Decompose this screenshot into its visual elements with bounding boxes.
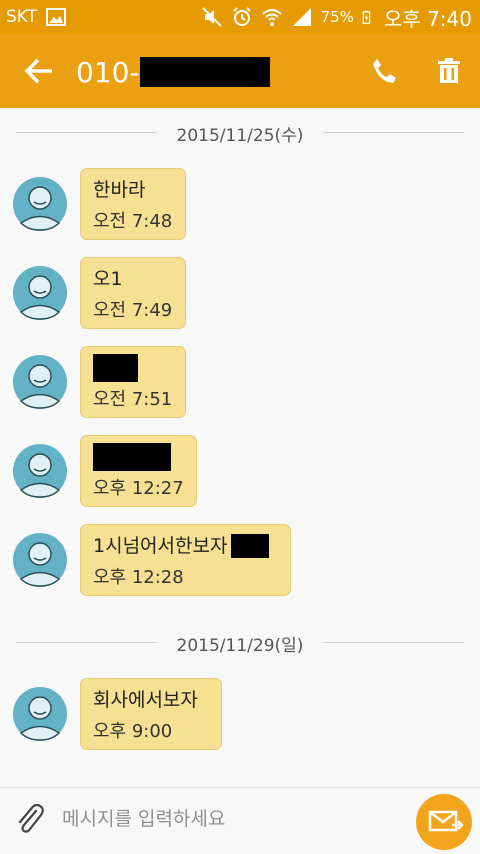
conversation-toolbar: 010- — [0, 34, 480, 108]
message-input[interactable]: 메시지를 입력하세요 — [62, 804, 225, 831]
paperclip-icon[interactable] — [14, 802, 46, 838]
avatar-icon[interactable] — [12, 354, 68, 410]
message-time: 오전 7:51 — [93, 389, 173, 410]
alarm-icon — [232, 7, 251, 26]
battery-percent: 75% — [320, 8, 354, 26]
redacted-number — [139, 57, 270, 87]
message-bubble[interactable]: 오전 7:51 — [80, 346, 186, 418]
avatar-icon[interactable] — [12, 686, 68, 742]
message-text: 한바라 — [93, 179, 146, 201]
back-arrow-icon[interactable] — [22, 54, 56, 88]
carrier-label: SKT — [6, 7, 38, 27]
date-separator: 2015/11/29(일) — [0, 627, 480, 657]
redacted-text — [231, 534, 270, 558]
message-bubble[interactable]: 한바라 오전 7:48 — [80, 168, 186, 240]
avatar-icon[interactable] — [12, 176, 68, 232]
trash-icon[interactable] — [434, 56, 464, 86]
composer-bar: 메시지를 입력하세요 — [0, 787, 480, 854]
message-time: 오후 12:27 — [93, 478, 184, 499]
message-text: 1시넘어서한보자 — [93, 533, 278, 559]
message-text — [93, 354, 173, 382]
avatar-icon[interactable] — [12, 443, 68, 499]
mute-icon — [201, 7, 222, 27]
redacted-text — [93, 354, 138, 382]
phone-call-icon[interactable] — [369, 56, 399, 86]
send-mail-icon — [428, 810, 464, 832]
message-text — [93, 443, 184, 471]
message-time: 오후 12:28 — [93, 567, 184, 588]
send-button[interactable] — [416, 794, 472, 850]
message-text: 오1 — [93, 268, 123, 290]
message-bubble[interactable]: 회사에서보자 오후 9:00 — [80, 678, 222, 750]
message-bubble[interactable]: 오1 오전 7:49 — [80, 257, 186, 329]
message-bubble[interactable]: 1시넘어서한보자 오후 12:28 — [80, 524, 291, 596]
message-time: 오전 7:49 — [93, 300, 173, 321]
contact-number: 010- — [76, 55, 140, 89]
redacted-text — [93, 443, 171, 471]
message-time: 오후 9:00 — [93, 721, 173, 742]
wifi-icon — [261, 9, 282, 26]
gallery-icon — [46, 8, 67, 26]
date-separator: 2015/11/25(수) — [0, 117, 480, 147]
message-text-visible: 1시넘어서한보자 — [93, 535, 228, 557]
avatar-icon[interactable] — [12, 265, 68, 321]
status-bar: SKT 75% 오후 7:40 — [0, 0, 480, 34]
battery-charging-icon — [362, 10, 371, 24]
contact-title: 010- — [76, 52, 270, 92]
clock: 오후 7:40 — [383, 6, 472, 31]
signal-icon — [292, 8, 311, 26]
date-label: 2015/11/25(수) — [176, 126, 304, 146]
avatar-icon[interactable] — [12, 532, 68, 588]
message-time: 오전 7:48 — [93, 211, 173, 232]
message-bubble[interactable]: 오후 12:27 — [80, 435, 197, 507]
date-label: 2015/11/29(일) — [176, 636, 304, 656]
message-text: 회사에서보자 — [93, 689, 198, 711]
